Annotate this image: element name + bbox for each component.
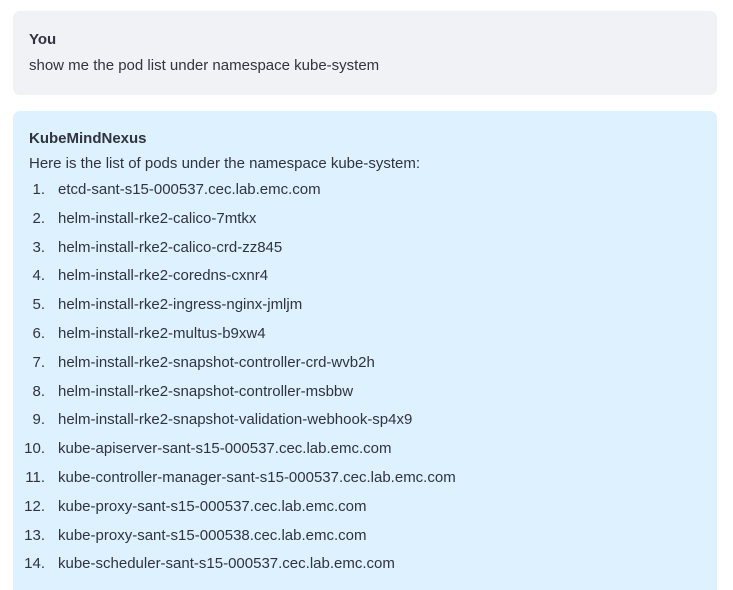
pod-name: kube-proxy-sant-s15-000538.cec.lab.emc.c… bbox=[58, 526, 367, 544]
pod-name: kube-scheduler-sant-s15-000537.cec.lab.e… bbox=[58, 555, 395, 573]
pod-name: kube-proxy-sant-s15-000537.cec.lab.emc.c… bbox=[58, 497, 367, 515]
list-item-number: 3. bbox=[32, 238, 45, 256]
assistant-message: KubeMindNexus Here is the list of pods u… bbox=[13, 111, 717, 590]
user-message: You show me the pod list under namespace… bbox=[13, 11, 717, 95]
pod-name: helm-install-rke2-multus-b9xw4 bbox=[58, 324, 266, 342]
list-item-number: 11. bbox=[25, 468, 45, 486]
list-item-number: 6. bbox=[32, 324, 45, 342]
pod-list: 1. etcd-sant-s15-000537.cec.lab.emc.com 2… bbox=[24, 180, 701, 583]
list-item: 8. helm-install-rke2-snapshot-controller-… bbox=[29, 382, 701, 411]
list-item-number: 1. bbox=[32, 181, 45, 198]
pod-name: helm-install-rke2-coredns-cxnr4 bbox=[58, 267, 269, 285]
list-item: 7. helm-install-rke2-snapshot-controller-… bbox=[29, 353, 701, 382]
list-item-number: 5. bbox=[32, 296, 45, 314]
pod-name: kube-apiserver-sant-s15-000537.cec.lab.e… bbox=[58, 440, 392, 458]
list-item: 13. kube-proxy-sant-s15-000538.cec.lab.em… bbox=[24, 526, 701, 555]
pod-name: helm-install-rke2-ingress-nginx-jmljm bbox=[58, 296, 303, 314]
list-item: 3. helm-install-rke2-calico-crd-zz845 bbox=[29, 238, 701, 267]
assistant-sender-label: KubeMindNexus bbox=[29, 130, 147, 147]
list-item: 12. kube-proxy-sant-s15-000537.cec.lab.em… bbox=[24, 497, 701, 526]
list-item: 4. helm-install-rke2-coredns-cxnr4 bbox=[29, 266, 701, 295]
list-item: 11. kube-controller-manager-sant-s15-0005… bbox=[25, 468, 701, 497]
pod-name: helm-install-rke2-calico-7mtkx bbox=[58, 209, 257, 227]
list-item-number: 8. bbox=[32, 382, 45, 400]
pod-name: helm-install-rke2-calico-crd-zz845 bbox=[58, 238, 283, 256]
pod-name: helm-install-rke2-snapshot-validation-we… bbox=[58, 411, 413, 429]
list-item-number: 2. bbox=[32, 209, 45, 227]
assistant-intro-text: Here is the list of pods under the names… bbox=[29, 155, 421, 172]
list-item: 9. helm-install-rke2-snapshot-validation-… bbox=[29, 410, 701, 439]
user-sender-label: You bbox=[29, 31, 57, 48]
pod-name: helm-install-rke2-snapshot-controller-ms… bbox=[58, 382, 354, 400]
list-item-number: 10. bbox=[24, 440, 45, 458]
list-item-number: 13. bbox=[24, 526, 45, 544]
user-message-text: show me the pod list under namespace kub… bbox=[29, 57, 380, 74]
list-item-number: 4. bbox=[32, 267, 45, 285]
list-item: 10. kube-apiserver-sant-s15-000537.cec.la… bbox=[24, 439, 701, 468]
list-item-number: 12. bbox=[24, 497, 45, 515]
pod-name: etcd-sant-s15-000537.cec.lab.emc.com bbox=[58, 181, 321, 198]
list-item-number: 9. bbox=[32, 411, 45, 429]
list-item: 14. kube-scheduler-sant-s15-000537.cec.la… bbox=[24, 554, 701, 583]
pod-name: helm-install-rke2-snapshot-controller-cr… bbox=[58, 353, 375, 371]
list-item: 1. etcd-sant-s15-000537.cec.lab.emc.com bbox=[29, 180, 701, 209]
chat-container: You show me the pod list under namespace… bbox=[0, 0, 733, 590]
list-item-number: 7. bbox=[32, 353, 45, 371]
list-item: 2. helm-install-rke2-calico-7mtkx bbox=[29, 209, 701, 238]
list-item: 6. helm-install-rke2-multus-b9xw4 bbox=[29, 324, 701, 353]
pod-name: kube-controller-manager-sant-s15-000537.… bbox=[58, 468, 456, 486]
list-item: 5. helm-install-rke2-ingress-nginx-jmljm bbox=[29, 295, 701, 324]
list-item-number: 14. bbox=[24, 555, 45, 573]
